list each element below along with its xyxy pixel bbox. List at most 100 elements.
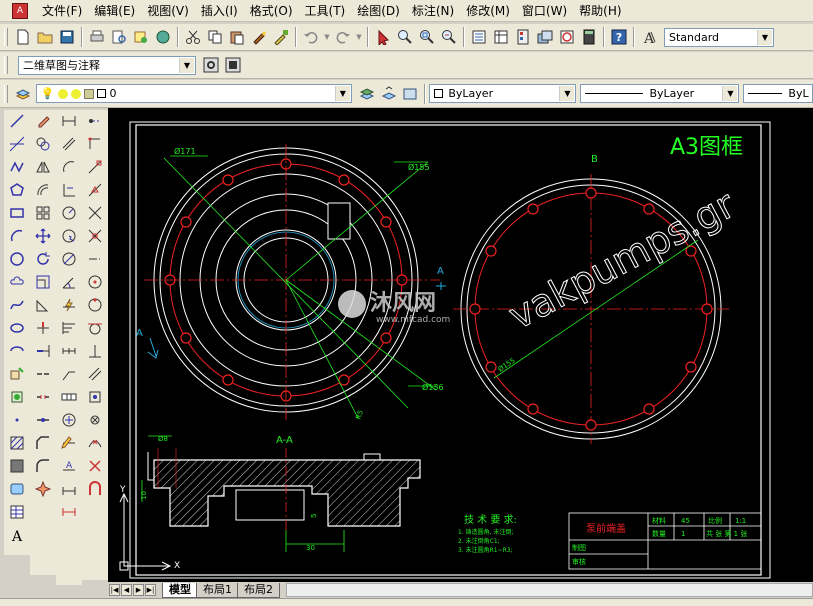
break-icon[interactable] xyxy=(32,386,54,408)
join-icon[interactable] xyxy=(32,409,54,431)
dimension-edit-icon[interactable] xyxy=(58,432,80,454)
baseline-icon[interactable] xyxy=(58,317,80,339)
ellipse-icon[interactable] xyxy=(6,317,28,339)
paste-icon[interactable] xyxy=(226,26,248,48)
zoom-window-icon[interactable] xyxy=(416,26,438,48)
workspace-select[interactable]: 二维草图与注释 ▼ xyxy=(18,55,196,75)
dimension-style-icon[interactable] xyxy=(58,501,80,523)
tab-last-icon[interactable]: ▶| xyxy=(145,584,156,596)
center-mark-icon[interactable] xyxy=(58,409,80,431)
menu-help[interactable]: 帮助(H) xyxy=(573,0,627,22)
snap-apparent-icon[interactable] xyxy=(84,225,106,247)
snap-from-icon[interactable] xyxy=(84,133,106,155)
text-style-select[interactable]: Standard ▼ xyxy=(664,27,774,47)
snap-node-icon[interactable] xyxy=(84,409,106,431)
my-workspace-icon[interactable] xyxy=(222,54,244,76)
calculator-icon[interactable] xyxy=(578,26,600,48)
jogged-icon[interactable] xyxy=(58,225,80,247)
markup-icon[interactable] xyxy=(556,26,578,48)
hatch-icon[interactable] xyxy=(6,432,28,454)
menu-file[interactable]: 文件(F) xyxy=(36,0,88,22)
layer-select[interactable]: 💡 0 ▼ xyxy=(35,84,352,103)
properties-icon[interactable] xyxy=(468,26,490,48)
radius-icon[interactable] xyxy=(58,202,80,224)
zoom-previous-icon[interactable] xyxy=(438,26,460,48)
layer-previous-icon[interactable] xyxy=(378,83,400,105)
pan-icon[interactable] xyxy=(372,26,394,48)
tab-layout1[interactable]: 布局1 xyxy=(196,582,239,598)
chevron-down-icon[interactable]: ▼ xyxy=(757,29,772,45)
diameter-icon[interactable] xyxy=(58,248,80,270)
zoom-realtime-icon[interactable] xyxy=(394,26,416,48)
open-icon[interactable] xyxy=(34,26,56,48)
mirror-icon[interactable] xyxy=(32,156,54,178)
3d-dwf-icon[interactable] xyxy=(152,26,174,48)
polygon-icon[interactable] xyxy=(6,179,28,201)
toolbar-grip[interactable] xyxy=(4,28,8,46)
menu-dimension[interactable]: 标注(N) xyxy=(406,0,460,22)
array-icon[interactable] xyxy=(32,202,54,224)
osnap-settings-icon[interactable] xyxy=(84,478,106,500)
qleader-icon[interactable] xyxy=(58,363,80,385)
toolbar-grip[interactable] xyxy=(4,56,8,74)
app-icon[interactable]: A xyxy=(12,2,28,19)
chevron-down-icon[interactable]: ▼ xyxy=(559,86,575,101)
scale-icon[interactable] xyxy=(32,271,54,293)
linear-dimension-icon[interactable] xyxy=(58,110,80,132)
design-center-icon[interactable] xyxy=(490,26,512,48)
chevron-down-icon[interactable]: ▼ xyxy=(722,86,738,101)
new-icon[interactable] xyxy=(12,26,34,48)
revision-cloud-icon[interactable] xyxy=(6,271,28,293)
construction-line-icon[interactable] xyxy=(6,133,28,155)
chamfer-icon[interactable] xyxy=(32,432,54,454)
quick-dimension-icon[interactable] xyxy=(58,294,80,316)
menu-view[interactable]: 视图(V) xyxy=(141,0,195,22)
arc-icon[interactable] xyxy=(6,225,28,247)
extend-icon[interactable] xyxy=(32,340,54,362)
snap-intersection-icon[interactable] xyxy=(84,202,106,224)
sheet-set-icon[interactable] xyxy=(534,26,556,48)
continue-icon[interactable] xyxy=(58,340,80,362)
tolerance-icon[interactable] xyxy=(58,386,80,408)
copy-icon[interactable] xyxy=(204,26,226,48)
linetype-select[interactable]: ByLayer ▼ xyxy=(580,84,740,103)
ordinate-icon[interactable] xyxy=(58,179,80,201)
layer-manager-icon[interactable] xyxy=(12,83,34,105)
snap-center-icon[interactable] xyxy=(84,271,106,293)
block-editor-icon[interactable] xyxy=(270,26,292,48)
multiline-text-icon[interactable]: A xyxy=(6,524,28,546)
copy-object-icon[interactable] xyxy=(32,133,54,155)
point-icon[interactable] xyxy=(6,409,28,431)
snap-midpoint-icon[interactable] xyxy=(84,179,106,201)
gradient-icon[interactable] xyxy=(6,455,28,477)
match-properties-icon[interactable] xyxy=(248,26,270,48)
tab-prev-icon[interactable]: ◀ xyxy=(121,584,132,596)
text-style-icon[interactable]: A xyxy=(638,26,660,48)
aligned-dimension-icon[interactable] xyxy=(58,133,80,155)
menu-draw[interactable]: 绘图(D) xyxy=(351,0,406,22)
menu-tools[interactable]: 工具(T) xyxy=(299,0,352,22)
snap-none-icon[interactable] xyxy=(84,455,106,477)
snap-extension-icon[interactable] xyxy=(84,248,106,270)
line-icon[interactable] xyxy=(6,110,28,132)
chevron-down-icon[interactable]: ▼ xyxy=(334,86,350,101)
print-preview-icon[interactable] xyxy=(108,26,130,48)
fillet-icon[interactable] xyxy=(32,455,54,477)
snap-nearest-icon[interactable] xyxy=(84,432,106,454)
move-icon[interactable] xyxy=(32,225,54,247)
snap-parallel-icon[interactable] xyxy=(84,363,106,385)
rectangle-icon[interactable] xyxy=(6,202,28,224)
help-icon[interactable]: ? xyxy=(608,26,630,48)
tab-model[interactable]: 模型 xyxy=(162,582,198,598)
undo-icon[interactable] xyxy=(300,26,322,48)
region-icon[interactable] xyxy=(6,478,28,500)
make-current-layer-icon[interactable] xyxy=(356,83,378,105)
ellipse-arc-icon[interactable] xyxy=(6,340,28,362)
tool-palettes-icon[interactable] xyxy=(512,26,534,48)
layer-states-icon[interactable] xyxy=(400,83,422,105)
stretch-icon[interactable] xyxy=(32,294,54,316)
snap-quadrant-icon[interactable] xyxy=(84,294,106,316)
snap-perpendicular-icon[interactable] xyxy=(84,340,106,362)
toolbar-grip[interactable] xyxy=(4,84,8,103)
circle-icon[interactable] xyxy=(6,248,28,270)
